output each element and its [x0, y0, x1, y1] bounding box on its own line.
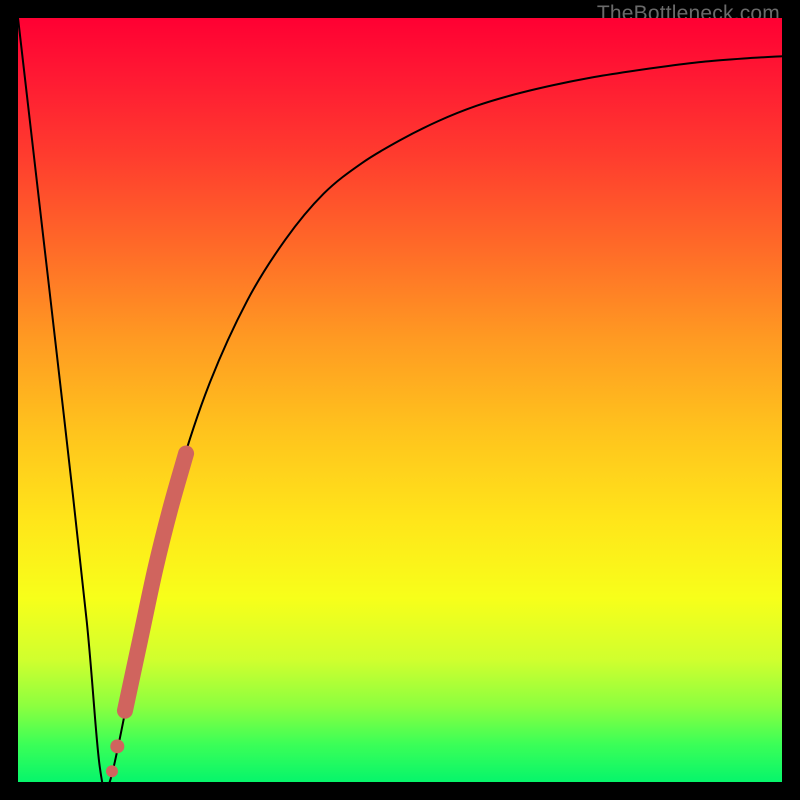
plot-area [18, 18, 782, 782]
highlight-segment [125, 453, 186, 710]
highlight-dot-upper [110, 739, 124, 753]
chart-frame: TheBottleneck.com [0, 0, 800, 800]
curve-svg [18, 18, 782, 782]
highlight-dot-lower [106, 765, 118, 777]
